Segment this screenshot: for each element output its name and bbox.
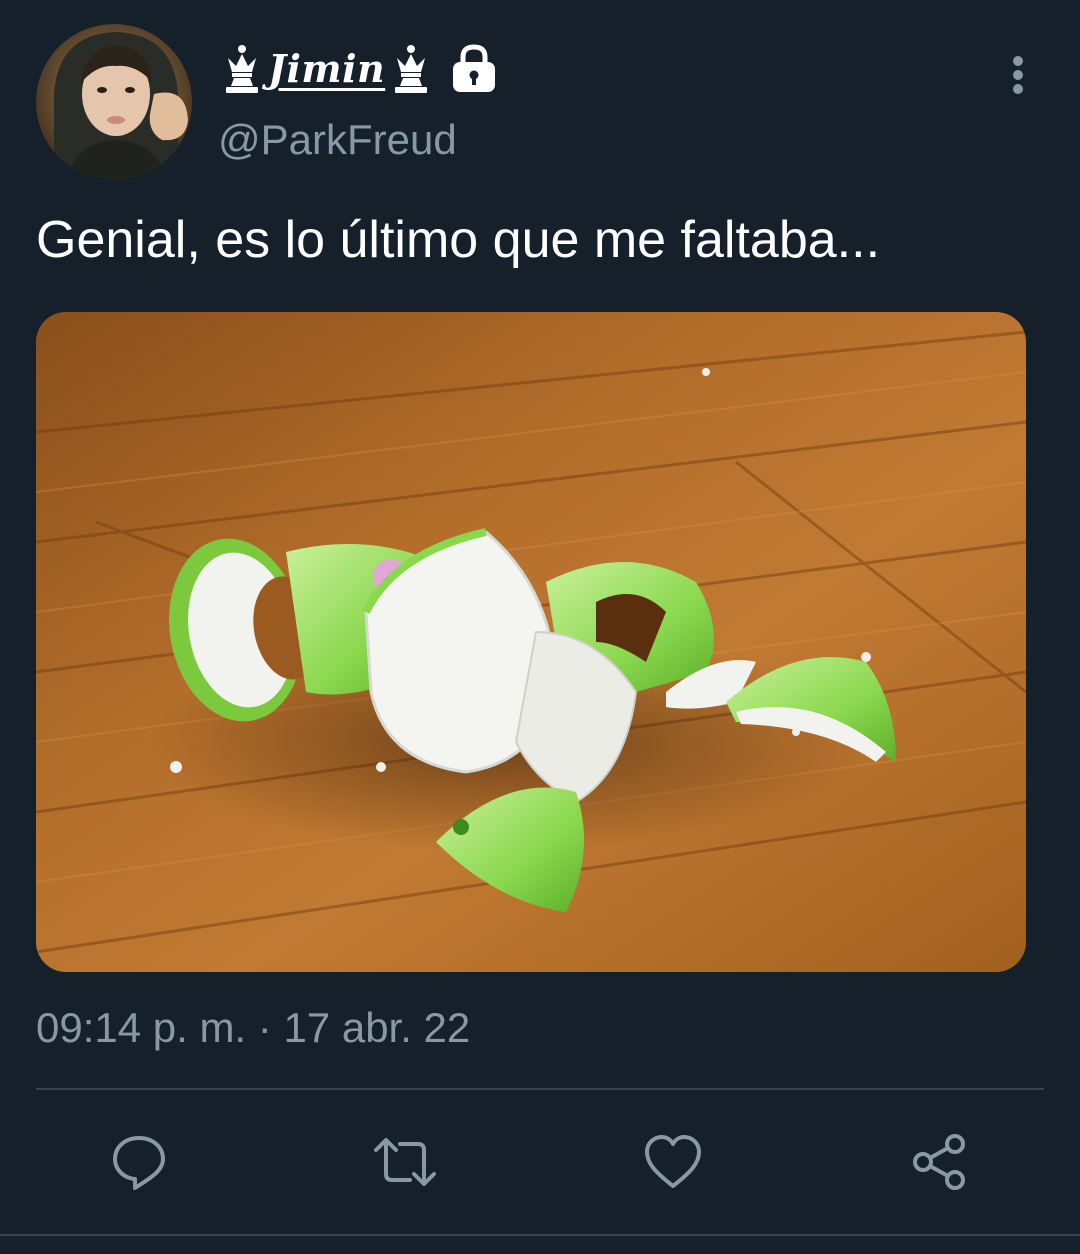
retweet-button[interactable] xyxy=(372,1130,438,1194)
heart-icon xyxy=(643,1132,703,1192)
lock-icon xyxy=(451,43,497,93)
retweet-icon xyxy=(370,1132,440,1192)
share-button[interactable] xyxy=(906,1130,972,1194)
more-options-icon[interactable] xyxy=(996,52,1040,98)
divider xyxy=(0,1234,1080,1236)
more-dot xyxy=(1013,70,1023,80)
like-button[interactable] xyxy=(640,1130,706,1194)
reply-button[interactable] xyxy=(106,1130,172,1194)
user-handle[interactable]: @ParkFreud xyxy=(218,116,457,164)
tweet-image[interactable] xyxy=(36,312,1026,972)
tweet-timestamp[interactable]: 09:14 p. m. · 17 abr. 22 xyxy=(36,1004,470,1052)
display-name[interactable]: Jimin xyxy=(220,40,497,96)
reply-icon xyxy=(109,1132,169,1192)
more-dot xyxy=(1013,84,1023,94)
more-dot xyxy=(1013,56,1023,66)
tweet-card: Jimin @ParkFreud Genial, es lo último qu… xyxy=(0,0,1080,1254)
chess-queen-icon xyxy=(389,42,433,94)
display-name-text: Jimin xyxy=(268,45,386,91)
chess-queen-icon xyxy=(220,42,264,94)
avatar[interactable] xyxy=(36,24,192,180)
share-icon xyxy=(909,1132,969,1192)
divider xyxy=(36,1088,1044,1090)
tweet-text: Genial, es lo último que me faltaba... xyxy=(36,211,881,269)
